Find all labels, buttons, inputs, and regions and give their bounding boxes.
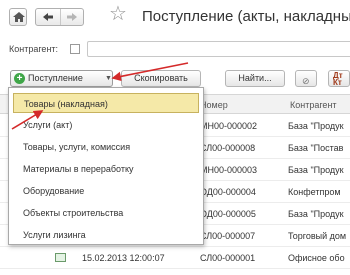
- cell-counterparty: Конфетпром: [288, 187, 341, 197]
- counterparty-filter-checkbox[interactable]: [70, 44, 80, 54]
- menu-item-leasing-services[interactable]: Услуги лизинга: [13, 225, 199, 245]
- journal-entries-button[interactable]: Дт Кт: [328, 70, 350, 87]
- counterparty-filter-input[interactable]: [87, 41, 350, 57]
- menu-item-services-act[interactable]: Услуги (акт): [13, 115, 199, 135]
- column-header-counterparty[interactable]: Контрагент: [290, 100, 337, 110]
- cell-counterparty: Офисное обо: [288, 253, 345, 263]
- table-row[interactable]: 15.02.2013 12:00:07 СЛ00-000001 Офисное …: [0, 247, 350, 269]
- unpost-button[interactable]: ⊘: [295, 70, 317, 87]
- menu-item-goods-invoice[interactable]: Товары (накладная): [13, 93, 199, 113]
- cell-number: ОД00-000005: [200, 209, 256, 219]
- copy-button[interactable]: Скопировать: [121, 70, 201, 87]
- column-header-number[interactable]: Номер: [200, 100, 228, 110]
- back-button[interactable]: [36, 9, 60, 25]
- back-forward-group: [35, 8, 84, 26]
- create-receipt-label: Поступление: [28, 73, 83, 83]
- arrow-right-icon: [67, 13, 77, 21]
- cell-number: МН00-000002: [200, 121, 258, 131]
- cancel-posting-icon: ⊘: [302, 76, 310, 86]
- menu-item-construction-objects[interactable]: Объекты строительства: [13, 203, 199, 223]
- cell-counterparty: База "Продук: [288, 209, 344, 219]
- cell-date: 15.02.2013 12:00:07: [82, 253, 165, 263]
- cell-counterparty: База "Продук: [288, 165, 344, 175]
- cell-number: СЛ00-000007: [200, 231, 256, 241]
- arrow-left-icon: [43, 13, 53, 21]
- page-title: Поступление (акты, накладные): [142, 8, 350, 25]
- debit-credit-icon: Дт Кт: [333, 71, 343, 87]
- create-receipt-button[interactable]: + Поступление ▼: [10, 70, 113, 87]
- create-receipt-menu: Товары (накладная) Услуги (акт) Товары, …: [8, 87, 204, 245]
- home-button[interactable]: [9, 8, 27, 26]
- cell-counterparty: База "Постав: [288, 143, 344, 153]
- cell-counterparty: База "Продук: [288, 121, 344, 131]
- menu-item-materials-processing[interactable]: Материалы в переработку: [13, 159, 199, 179]
- cell-number: ОД00-000004: [200, 187, 256, 197]
- menu-item-goods-services-commission[interactable]: Товары, услуги, комиссия: [13, 137, 199, 157]
- home-icon: [13, 12, 25, 22]
- cell-number: СЛ00-000008: [200, 143, 256, 153]
- plus-icon: +: [14, 73, 25, 84]
- forward-button[interactable]: [61, 9, 84, 25]
- find-button[interactable]: Найти...: [225, 70, 285, 87]
- chevron-down-icon: ▼: [105, 75, 112, 82]
- posted-document-icon: [55, 253, 66, 262]
- counterparty-filter-label: Контрагент:: [9, 44, 59, 54]
- cell-number: СЛ00-000001: [200, 253, 256, 263]
- menu-item-equipment[interactable]: Оборудование: [13, 181, 199, 201]
- cell-counterparty: Торговый дом: [288, 231, 347, 241]
- favorite-star-icon[interactable]: ☆: [109, 3, 127, 25]
- cell-number: МН00-000003: [200, 165, 258, 175]
